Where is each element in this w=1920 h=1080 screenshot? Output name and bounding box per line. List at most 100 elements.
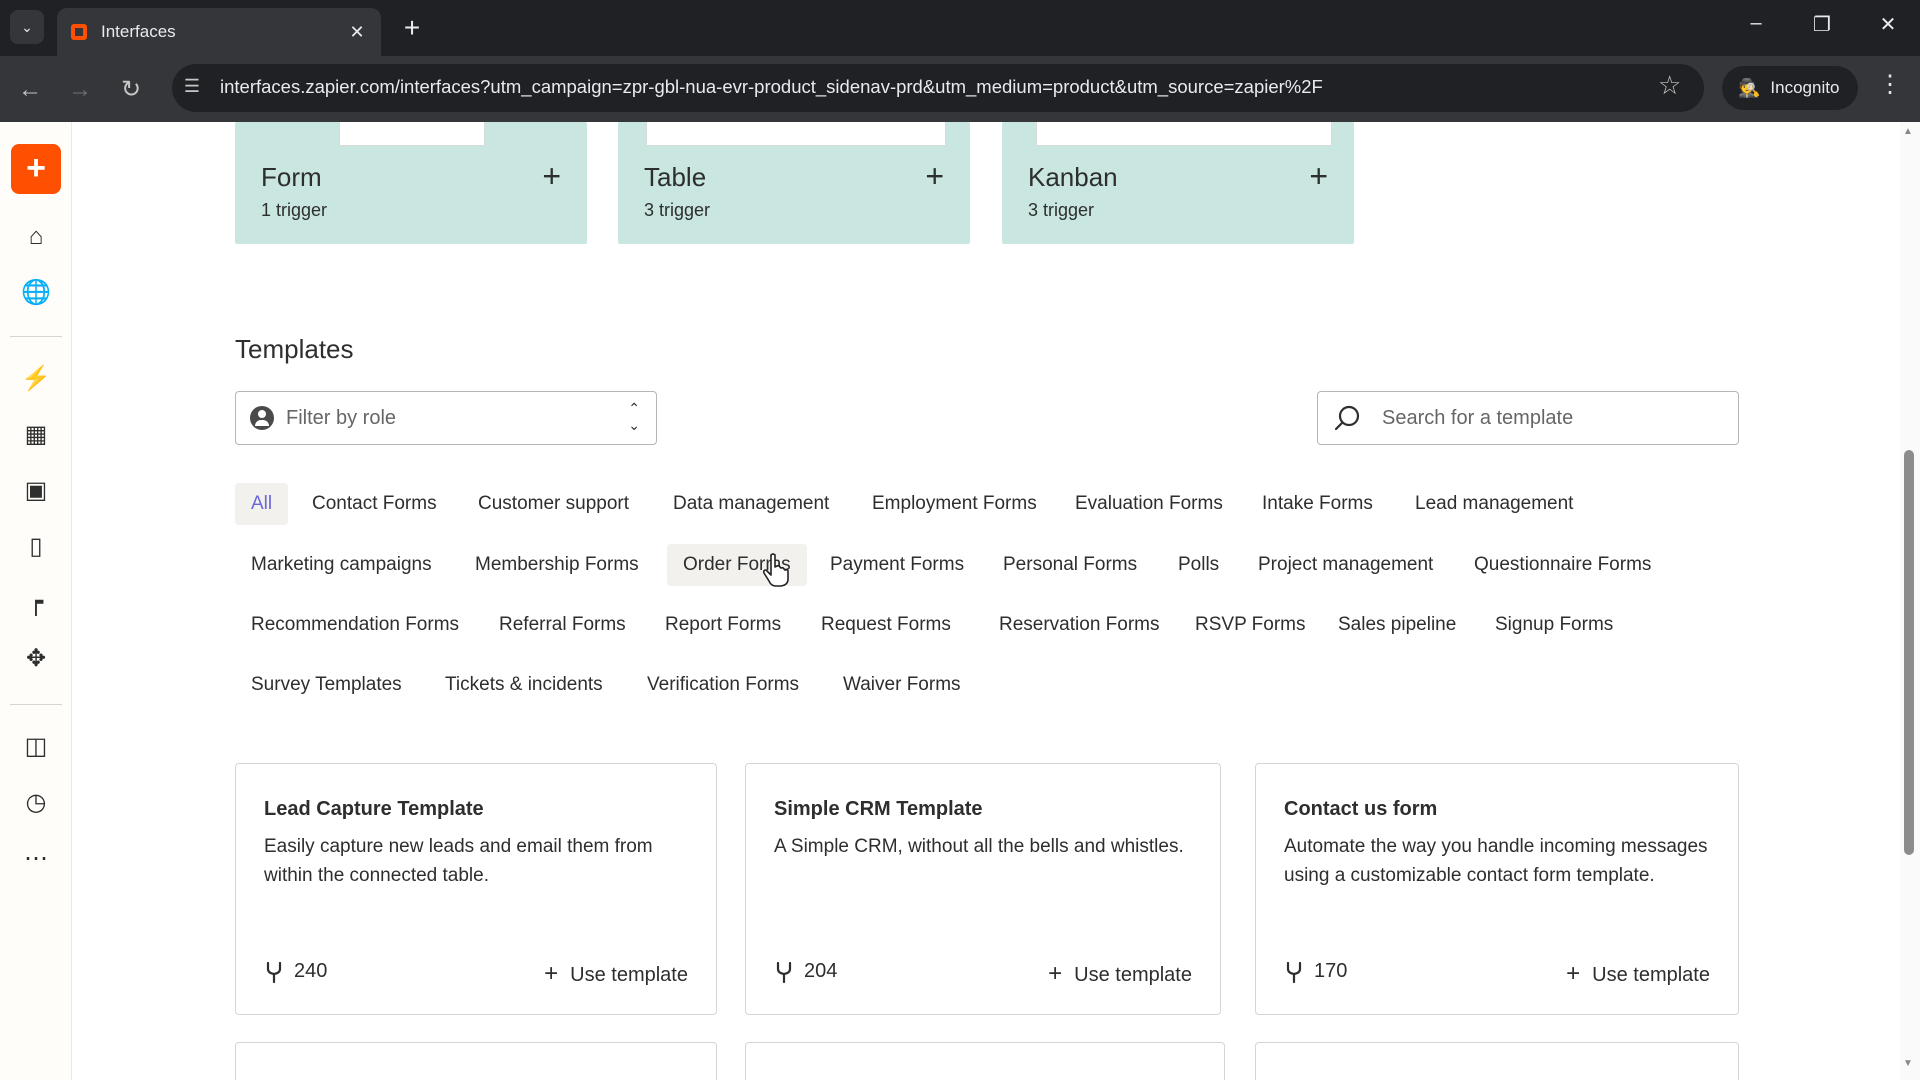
form-preview-thumbnail: [339, 122, 485, 146]
category-chip[interactable]: Evaluation Forms: [1059, 483, 1239, 525]
main-content: Form 1 trigger + Table 3 trigger + Kanba…: [72, 122, 1900, 1080]
tab-search-button[interactable]: ⌄: [10, 10, 44, 44]
category-chip[interactable]: Marketing campaigns: [235, 544, 448, 586]
canvas-icon[interactable]: ┍: [20, 587, 52, 619]
user-icon: [250, 406, 274, 430]
apps-icon[interactable]: ◫: [20, 731, 52, 763]
use-template-button[interactable]: + Use template: [1566, 960, 1710, 988]
template-usage-count: 240: [294, 960, 328, 982]
tab-title: Interfaces: [101, 22, 176, 41]
use-template-button[interactable]: + Use template: [1048, 960, 1192, 988]
add-icon[interactable]: +: [542, 158, 561, 195]
template-usage: 240: [264, 960, 327, 983]
template-usage: 170: [1284, 960, 1347, 983]
url-text[interactable]: interfaces.zapier.com/interfaces?utm_cam…: [220, 76, 1323, 98]
category-chip[interactable]: Request Forms: [805, 604, 967, 646]
start-card-form[interactable]: Form 1 trigger +: [235, 122, 587, 244]
chatbots-icon[interactable]: ▯: [20, 531, 52, 563]
search-placeholder: Search for a template: [1382, 407, 1574, 429]
plus-icon: +: [1566, 960, 1581, 987]
category-chip[interactable]: Polls: [1162, 544, 1235, 586]
hand-cursor-icon: [762, 553, 789, 587]
category-chip[interactable]: Project management: [1242, 544, 1449, 586]
history-icon[interactable]: ◷: [20, 787, 52, 819]
category-chip[interactable]: Personal Forms: [987, 544, 1153, 586]
use-template-button[interactable]: + Use template: [544, 960, 688, 988]
template-description: Automate the way you handle incoming mes…: [1284, 836, 1708, 886]
category-chip[interactable]: Data management: [657, 483, 845, 525]
close-window-icon[interactable]: ✕: [1868, 12, 1908, 37]
category-chip[interactable]: Reservation Forms: [983, 604, 1176, 646]
zap-icon[interactable]: ⚡: [20, 363, 52, 395]
globe-icon[interactable]: 🌐: [20, 277, 52, 309]
kanban-preview-thumbnail: [1036, 122, 1332, 146]
home-icon[interactable]: ⌂: [20, 221, 52, 253]
chevron-up-down-icon: ⌃ ⌄: [628, 400, 640, 433]
template-description: A Simple CRM, without all the bells and …: [774, 836, 1184, 857]
browser-tab[interactable]: Interfaces ✕: [57, 8, 381, 56]
fork-icon: [266, 961, 282, 983]
category-chip[interactable]: Employment Forms: [856, 483, 1053, 525]
browser-menu-icon[interactable]: ⋮: [1878, 70, 1902, 99]
start-card-table[interactable]: Table 3 trigger +: [618, 122, 970, 244]
interfaces-icon[interactable]: ▣: [20, 475, 52, 507]
template-card[interactable]: Contact us form Automate the way you han…: [1255, 763, 1739, 1015]
category-chip[interactable]: Tickets & incidents: [429, 664, 619, 706]
new-tab-button[interactable]: +: [396, 12, 428, 44]
forward-icon[interactable]: →: [62, 72, 98, 108]
template-search-input[interactable]: Search for a template: [1317, 391, 1739, 445]
category-chip[interactable]: Waiver Forms: [827, 664, 977, 706]
scroll-up-arrow-icon[interactable]: ▲: [1903, 126, 1913, 137]
tables-icon[interactable]: ▦: [20, 419, 52, 451]
template-title: Simple CRM Template: [774, 798, 983, 820]
site-info-icon[interactable]: ☰: [180, 76, 204, 97]
category-chip[interactable]: Lead management: [1399, 483, 1589, 525]
start-card-subtitle: 3 trigger: [1028, 200, 1095, 220]
more-icon[interactable]: ⋯: [20, 843, 52, 875]
browser-tab-bar: ⌄ Interfaces ✕ + – ❐ ✕: [0, 0, 1920, 56]
category-chip[interactable]: Payment Forms: [814, 544, 980, 586]
filter-by-role-select[interactable]: Filter by role ⌃ ⌄: [235, 391, 657, 445]
category-chip[interactable]: Recommendation Forms: [235, 604, 475, 646]
start-card-subtitle: 3 trigger: [644, 200, 711, 220]
category-chip[interactable]: Survey Templates: [235, 664, 418, 706]
close-tab-icon[interactable]: ✕: [347, 22, 367, 43]
scroll-down-arrow-icon[interactable]: ▼: [1903, 1058, 1913, 1069]
category-chip[interactable]: Signup Forms: [1479, 604, 1629, 646]
scrollbar-thumb[interactable]: [1904, 450, 1914, 855]
category-chip[interactable]: Membership Forms: [459, 544, 655, 586]
category-chip-all[interactable]: All: [235, 483, 289, 525]
template-card[interactable]: [1255, 1042, 1739, 1080]
category-chip[interactable]: RSVP Forms: [1179, 604, 1322, 646]
incognito-label: Incognito: [1770, 78, 1840, 97]
create-button[interactable]: +: [11, 144, 61, 194]
category-chip[interactable]: Referral Forms: [483, 604, 642, 646]
fork-icon: [776, 961, 792, 983]
start-card-subtitle: 1 trigger: [261, 200, 328, 220]
incognito-indicator[interactable]: 🕵 Incognito: [1722, 66, 1858, 110]
category-chip[interactable]: Verification Forms: [631, 664, 815, 706]
use-template-label: Use template: [1592, 964, 1710, 986]
category-chip[interactable]: Sales pipeline: [1322, 604, 1472, 646]
restore-window-icon[interactable]: ❐: [1802, 12, 1842, 37]
category-chip[interactable]: Customer support: [462, 483, 645, 525]
agents-icon[interactable]: ✥: [20, 643, 52, 675]
template-card[interactable]: Lead Capture Template Easily capture new…: [235, 763, 717, 1015]
zapier-favicon-icon: [71, 24, 87, 40]
reload-icon[interactable]: ↻: [113, 72, 149, 108]
back-icon[interactable]: ←: [12, 72, 48, 108]
template-card[interactable]: Simple CRM Template A Simple CRM, withou…: [745, 763, 1221, 1015]
category-chip[interactable]: Intake Forms: [1246, 483, 1389, 525]
start-card-title: Kanban: [1028, 162, 1118, 192]
category-chip[interactable]: Contact Forms: [296, 483, 453, 525]
template-card[interactable]: [745, 1042, 1225, 1080]
category-chip[interactable]: Report Forms: [649, 604, 797, 646]
use-template-label: Use template: [1074, 964, 1192, 986]
add-icon[interactable]: +: [1309, 158, 1328, 195]
minimize-window-icon[interactable]: –: [1736, 12, 1776, 35]
bookmark-star-icon[interactable]: ☆: [1658, 70, 1681, 101]
add-icon[interactable]: +: [925, 158, 944, 195]
category-chip[interactable]: Questionnaire Forms: [1458, 544, 1667, 586]
template-card[interactable]: [235, 1042, 717, 1080]
start-card-kanban[interactable]: Kanban 3 trigger +: [1002, 122, 1354, 244]
